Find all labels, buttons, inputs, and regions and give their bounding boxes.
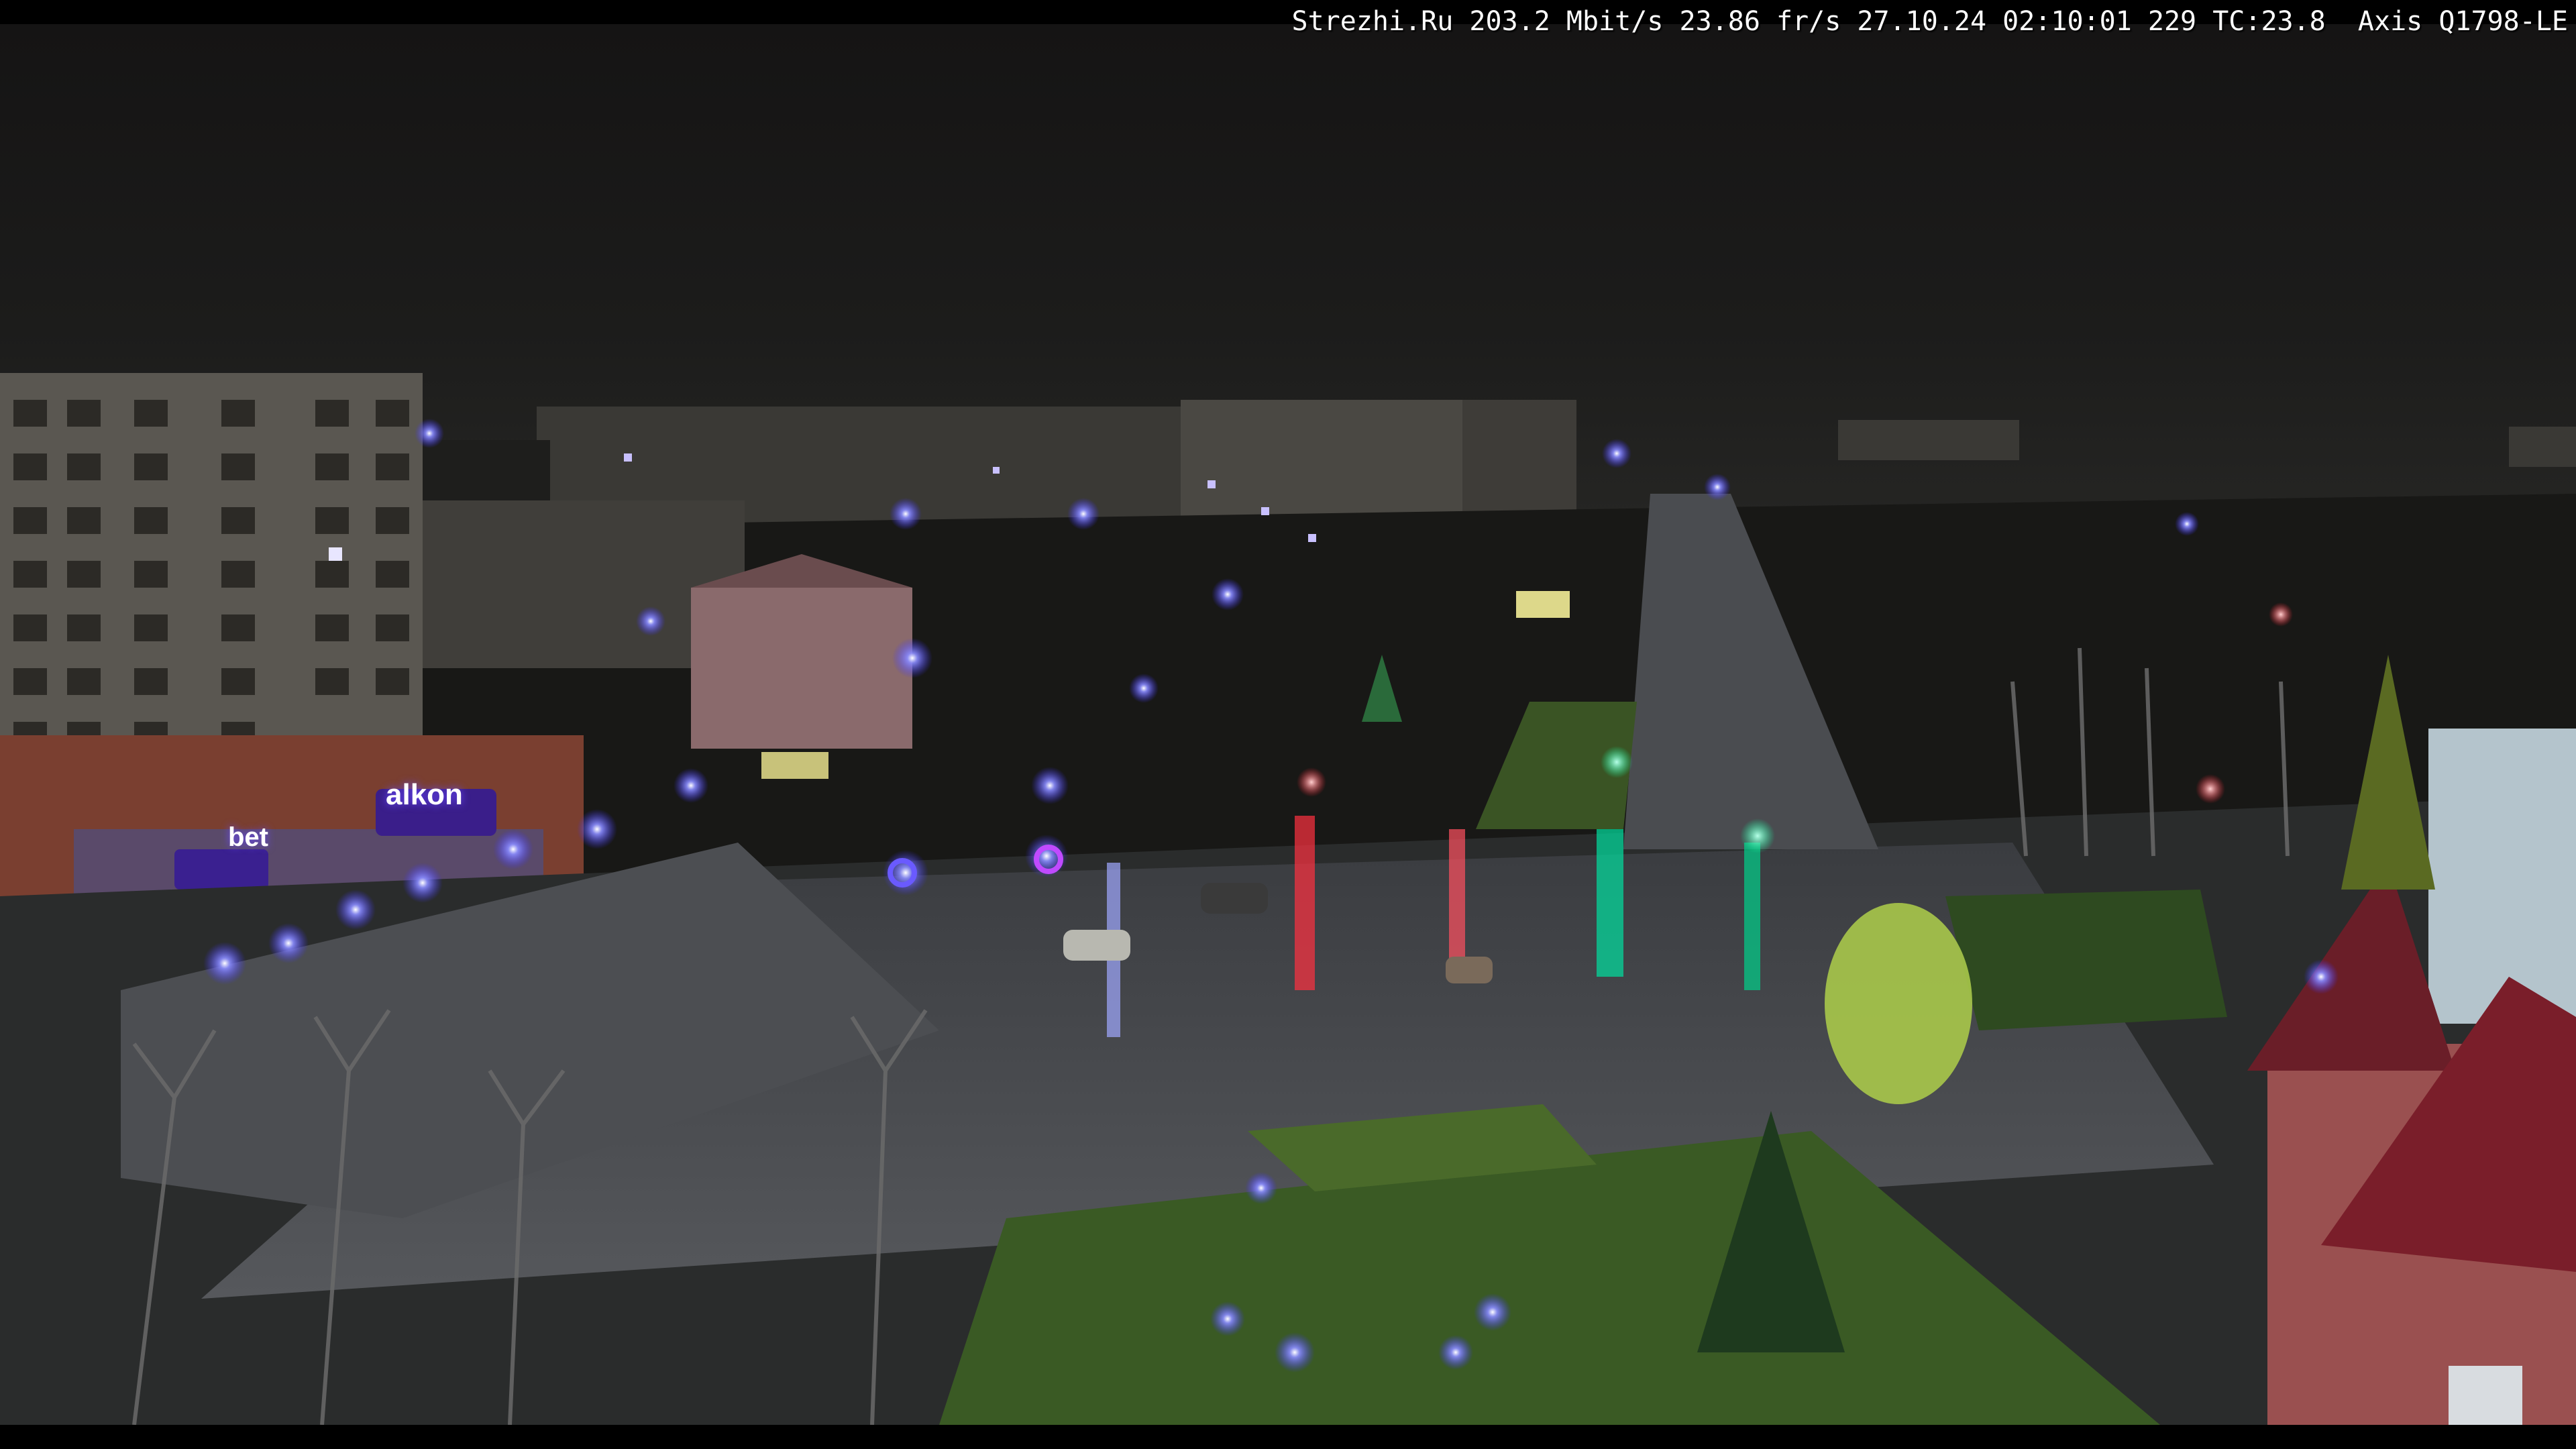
bottom-black-bar — [0, 1425, 2576, 1449]
billboard — [1516, 591, 1570, 618]
store-sign-main: alkon — [386, 778, 463, 811]
night-city-scene: alkon bet — [0, 24, 2576, 1425]
left-apartment-block — [0, 373, 423, 789]
store-sign-sub: bet — [228, 822, 268, 852]
camera-info-overlay: Strezhi.Ru 203.2 Mbit/s 23.86 fr/s 27.10… — [1291, 6, 2568, 37]
pink-building — [691, 588, 912, 749]
webcam-frame: alkon bet Strezhi.Ru 203.2 Mbit/s 23.86 … — [0, 0, 2576, 1449]
yellow-sign — [761, 752, 828, 779]
lawn-right — [1945, 890, 2227, 1030]
lit-tree — [1825, 903, 1972, 1104]
